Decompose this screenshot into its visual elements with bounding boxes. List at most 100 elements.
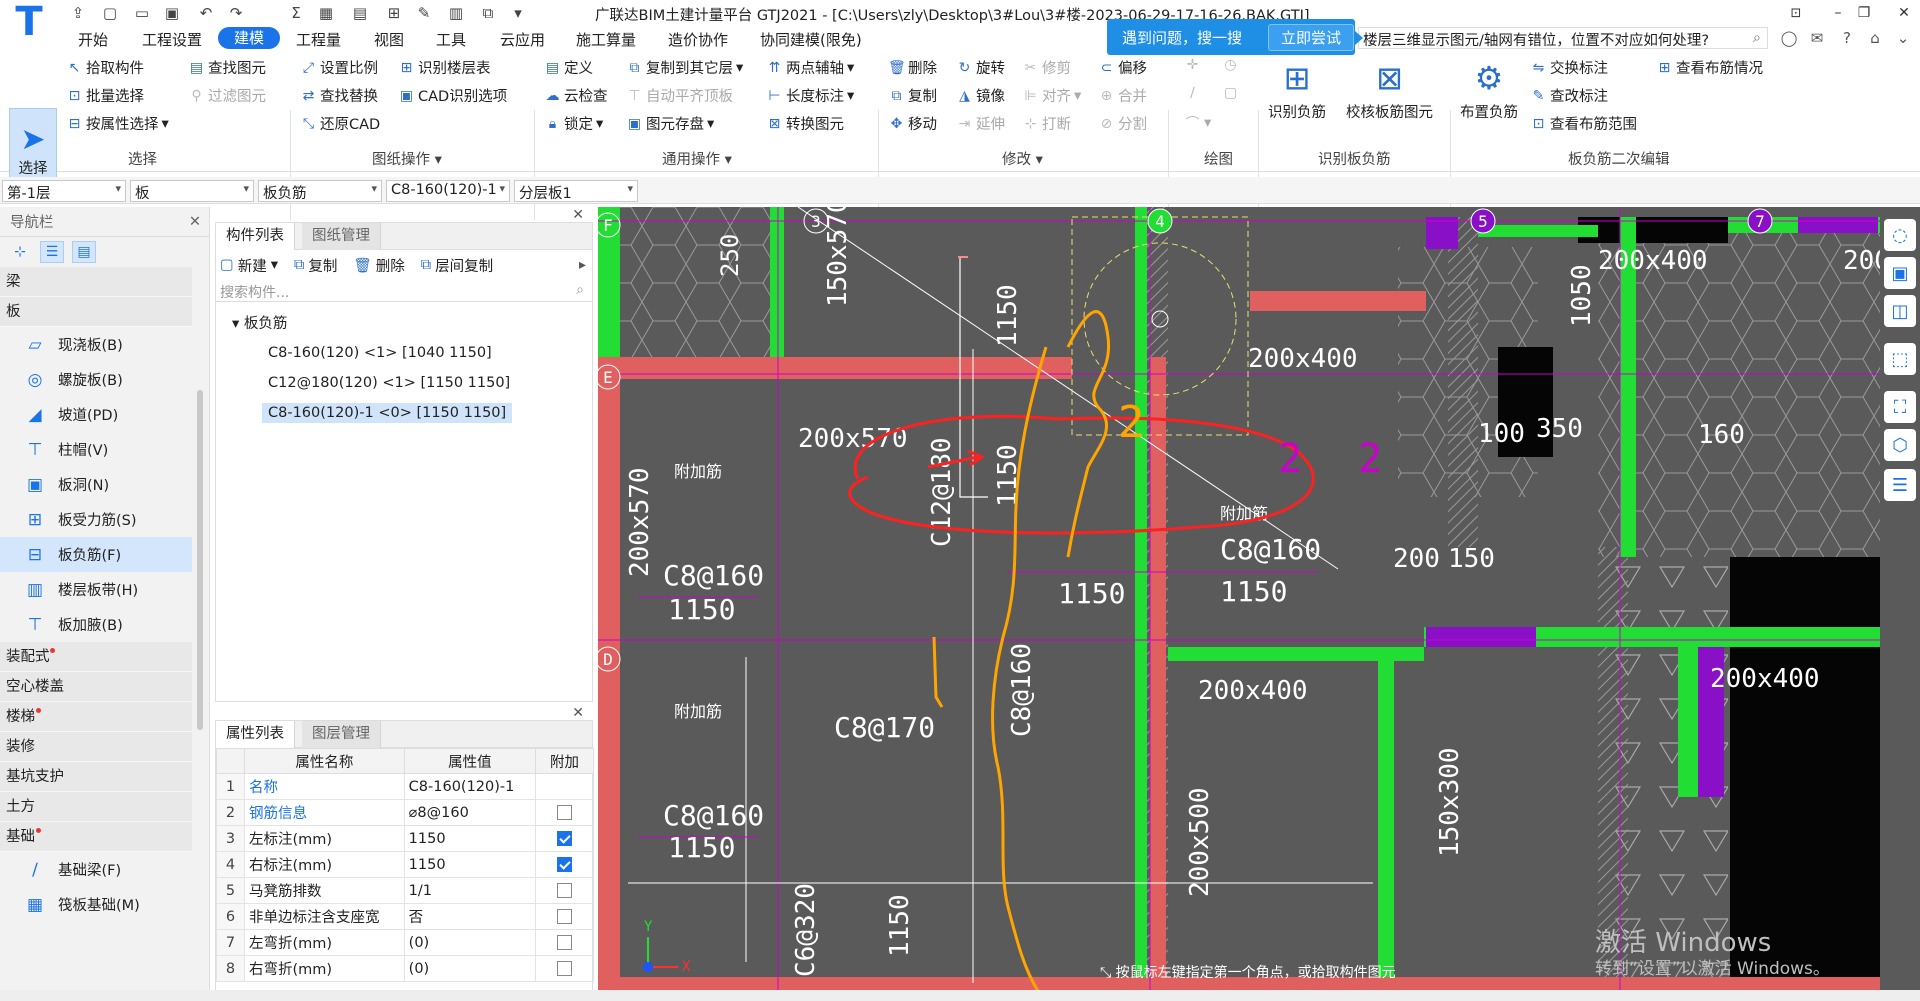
view-rebar-status-button[interactable]: ⊞ 查看布筋情况 (1656, 57, 1763, 78)
search-icon[interactable]: ⌕ (1753, 30, 1761, 46)
move-button[interactable]: ✥ 移动 (888, 113, 937, 134)
menu-construction[interactable]: 施工算量 (576, 29, 636, 50)
find-replace-button[interactable]: ⇄ 查找替换 (300, 85, 378, 106)
align-button[interactable]: ⊫ 对齐 ▾ (1022, 85, 1081, 106)
more-icon[interactable]: ⌄ (1892, 27, 1914, 49)
cross-layer-copy-button[interactable]: ⧉ 层间复制 (421, 255, 493, 276)
cube-view-icon[interactable]: ◫ (1884, 295, 1916, 327)
open-folder-icon[interactable]: ▭ (132, 3, 152, 23)
nav-category-stairs[interactable]: 楼梯 (0, 702, 192, 732)
try-now-button[interactable]: 立即尝试 (1268, 23, 1355, 51)
draw-arc-button[interactable]: ⌒ ▾ (1184, 113, 1212, 133)
table-row[interactable]: 8 右弯折(mm) (0) (216, 955, 594, 982)
detail-view-icon[interactable]: ▤ (72, 241, 96, 263)
drawing-canvas[interactable]: F E D 3 4 5 7 200x570 200x570 200x400 20… (598, 207, 1880, 991)
copy-component-button[interactable]: ⧉ 复制 (294, 255, 337, 276)
layer-select[interactable]: 分层板1 (514, 180, 638, 202)
table-icon[interactable]: ▤ (350, 3, 370, 23)
extend-button[interactable]: ⇥ 延伸 (956, 113, 1005, 134)
upload-icon[interactable]: ⇪ (68, 3, 88, 23)
select-by-attr-button[interactable]: ⊟ 按属性选择 ▾ (66, 113, 169, 134)
tab-property-list[interactable]: 属性列表 (216, 721, 295, 748)
more-icon[interactable]: ▸ (579, 257, 586, 273)
list-item-selected[interactable]: C8-160(120)-1 <0> [1150 1150] (216, 399, 592, 429)
component-search-input[interactable]: 搜索构件... ⌕ (216, 280, 592, 302)
pen-icon[interactable]: ✎ (414, 3, 434, 23)
nav-item-spiral-board[interactable]: ◎ 螺旋板(B) (0, 362, 192, 397)
nav-category-beam[interactable]: 梁 (0, 267, 192, 297)
menu-collab-modeling[interactable]: 协同建模(限免) (760, 29, 862, 50)
table-row[interactable]: 3 左标注(mm) 1150 (216, 825, 594, 852)
orbit-icon[interactable]: ◌ (1884, 219, 1916, 251)
menu-cloud[interactable]: 云应用 (500, 29, 545, 50)
prop-extra[interactable] (535, 929, 594, 956)
menu-project-settings[interactable]: 工程设置 (142, 29, 202, 50)
menu-quantity[interactable]: 工程量 (296, 29, 341, 50)
checkbox[interactable] (557, 935, 572, 950)
nav-category-prefab[interactable]: 装配式 (0, 642, 192, 672)
chat-icon[interactable]: ✉ (1806, 27, 1828, 49)
check-board-rebar-button[interactable]: ⊠ 校核板筋图元 (1346, 55, 1433, 122)
prop-value[interactable]: 1150 (403, 851, 537, 878)
draw-rect-button[interactable]: ▢ (1222, 85, 1239, 101)
category-select[interactable]: 板 (130, 180, 254, 202)
offset-button[interactable]: ⊂ 偏移 (1098, 57, 1147, 78)
restore-cad-button[interactable]: ⤡ 还原CAD (300, 113, 380, 134)
table-row[interactable]: 4 右标注(mm) 1150 (216, 851, 594, 878)
expand-icon[interactable]: ⊹ (8, 241, 32, 263)
tab-layer-management[interactable]: 图层管理 (302, 721, 381, 748)
save-element-button[interactable]: ▣ 图元存盘 ▾ (626, 113, 714, 134)
grid-icon[interactable]: ▦ (316, 3, 336, 23)
nav-item-column-cap[interactable]: ⊤ 柱帽(V) (0, 432, 192, 467)
two-point-axis-button[interactable]: ⇈ 两点辅轴 ▾ (766, 57, 855, 78)
maximize-button[interactable]: ❐ (1852, 2, 1876, 24)
checkbox[interactable] (557, 883, 572, 898)
cad-options-button[interactable]: ▣ CAD识别选项 (398, 85, 507, 106)
split-button[interactable]: ⊘ 分割 (1098, 113, 1147, 134)
close-button[interactable]: ✕ (1892, 2, 1916, 24)
mirror-button[interactable]: ◮ 镜像 (956, 85, 1005, 106)
menu-modeling[interactable]: 建模 (218, 27, 281, 49)
length-dim-button[interactable]: ⊢ 长度标注 ▾ (766, 85, 854, 106)
tab-component-list[interactable]: 构件列表 (216, 223, 295, 250)
nav-category-pit-support[interactable]: 基坑支护 (0, 762, 192, 792)
prop-value[interactable]: 1/1 (403, 877, 537, 904)
prop-extra[interactable] (535, 877, 594, 904)
draw-point-button[interactable]: ✛ (1184, 57, 1201, 73)
arrange-negative-rebar-button[interactable]: ⚙ 布置负筋 (1460, 55, 1518, 122)
menu-tools[interactable]: 工具 (436, 29, 466, 50)
customize-arrow-icon[interactable]: ▾ (508, 3, 528, 23)
checkbox-checked[interactable] (557, 831, 572, 846)
prop-value[interactable]: 1150 (403, 825, 537, 852)
list-icon[interactable]: ☰ (1884, 469, 1916, 501)
nav-category-earthwork[interactable]: 土方 (0, 792, 192, 822)
prop-extra[interactable] (535, 955, 594, 982)
trim-button[interactable]: ✂ 修剪 (1022, 57, 1071, 78)
save-icon[interactable]: ▣ (162, 3, 182, 23)
set-scale-button[interactable]: ⤢ 设置比例 (300, 57, 378, 78)
help-search-input[interactable]: 楼层三维显示图元/轴网有错位，位置不对应如何处理? ⌕ (1358, 27, 1768, 49)
merge-button[interactable]: ⊕ 合并 (1098, 85, 1147, 106)
new-component-button[interactable]: ▢ 新建 ▾ (220, 255, 278, 276)
display-settings-icon[interactable]: ⬡ (1884, 429, 1916, 461)
column-icon[interactable]: ▥ (446, 3, 466, 23)
break-button[interactable]: ⊹ 打断 (1022, 113, 1071, 134)
component-select[interactable]: C8-160(120)-1 (386, 180, 510, 202)
prop-extra[interactable] (535, 825, 594, 852)
help-icon[interactable]: ? (1836, 27, 1858, 49)
nav-item-cast-board[interactable]: ▱ 现浇板(B) (0, 327, 192, 362)
copy-button[interactable]: ⧉ 复制 (888, 85, 938, 106)
nav-item-board-rebar[interactable]: ⊞ 板受力筋(S) (0, 502, 192, 537)
nav-category-foundation[interactable]: 基础 (0, 822, 192, 852)
table-row[interactable]: 7 左弯折(mm) (0) (216, 929, 594, 956)
nav-item-board-hole[interactable]: ▣ 板洞(N) (0, 467, 192, 502)
draw-circle-button[interactable]: ◷ (1222, 57, 1239, 73)
rotate-button[interactable]: ↻ 旋转 (956, 57, 1005, 78)
checkbox[interactable] (557, 961, 572, 976)
layers-icon[interactable]: ⧉ (478, 3, 498, 23)
nav-category-decoration[interactable]: 装修 (0, 732, 192, 762)
window-restore-icon[interactable]: ⊡ (1784, 2, 1808, 24)
cloud-check-button[interactable]: ☁ 云检查 (544, 85, 608, 106)
nav-item-floor-band[interactable]: ▥ 楼层板带(H) (0, 572, 192, 607)
checkbox-checked[interactable] (557, 857, 572, 872)
